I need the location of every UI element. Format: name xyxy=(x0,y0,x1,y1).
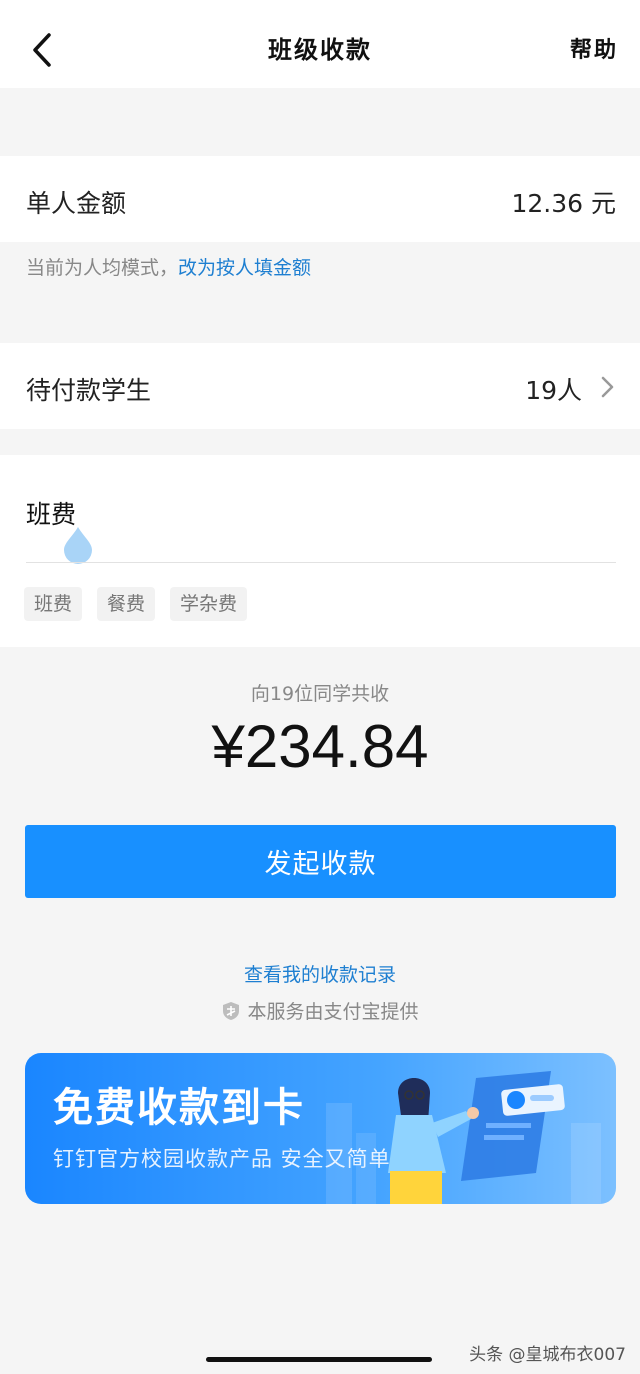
input-underline xyxy=(26,562,616,563)
home-indicator[interactable] xyxy=(206,1357,432,1362)
text-cursor-handle-icon[interactable] xyxy=(62,525,94,565)
mode-note-text: 当前为人均模式， xyxy=(26,257,179,279)
summary-total: ¥234.84 xyxy=(211,713,429,780)
service-note-text: 本服务由支付宝提供 xyxy=(247,1001,419,1023)
service-provider-note: 本服务由支付宝提供 xyxy=(0,997,640,1024)
back-arrow-icon xyxy=(33,33,51,67)
page-title: 班级收款 xyxy=(268,35,372,64)
switch-mode-link[interactable]: 改为按人填金额 xyxy=(178,257,311,279)
back-button[interactable] xyxy=(22,28,62,72)
students-label: 待付款学生 xyxy=(26,376,152,405)
mode-note: 当前为人均模式，改为按人填金额 xyxy=(26,253,311,280)
promo-banner[interactable]: 免费收款到卡 钉钉官方校园收款产品 安全又简单 xyxy=(25,1053,616,1204)
banner-title: 免费收款到卡 xyxy=(53,1085,305,1131)
top-bar: 班级收款 帮助 xyxy=(0,0,640,88)
shield-icon xyxy=(223,1001,240,1020)
summary-label: 向19位同学共收 xyxy=(250,683,390,705)
amount-per-person-row[interactable]: 单人金额 12.36 元 xyxy=(0,156,640,242)
amount-value[interactable]: 12.36 元 xyxy=(511,184,616,220)
help-button[interactable]: 帮助 xyxy=(570,32,618,64)
purpose-chips: 班费 餐费 学杂费 xyxy=(24,587,248,621)
chevron-right-icon xyxy=(601,376,614,398)
view-records-link[interactable]: 查看我的收款记录 xyxy=(0,960,640,987)
watermark: 头条 @皇城布衣007 xyxy=(469,1345,626,1365)
purpose-card: 班费 班费 餐费 学杂费 xyxy=(0,455,640,647)
amount-label: 单人金额 xyxy=(26,189,127,218)
chip-class-fee[interactable]: 班费 xyxy=(24,587,83,621)
chip-meal-fee[interactable]: 餐费 xyxy=(97,587,156,621)
pending-students-row[interactable]: 待付款学生 19人 xyxy=(0,343,640,429)
chip-tuition-fee[interactable]: 学杂费 xyxy=(170,587,248,621)
teacher-with-card-illustration xyxy=(326,1071,601,1204)
start-collection-button[interactable]: 发起收款 xyxy=(25,825,616,898)
students-count: 19人 xyxy=(525,376,582,405)
